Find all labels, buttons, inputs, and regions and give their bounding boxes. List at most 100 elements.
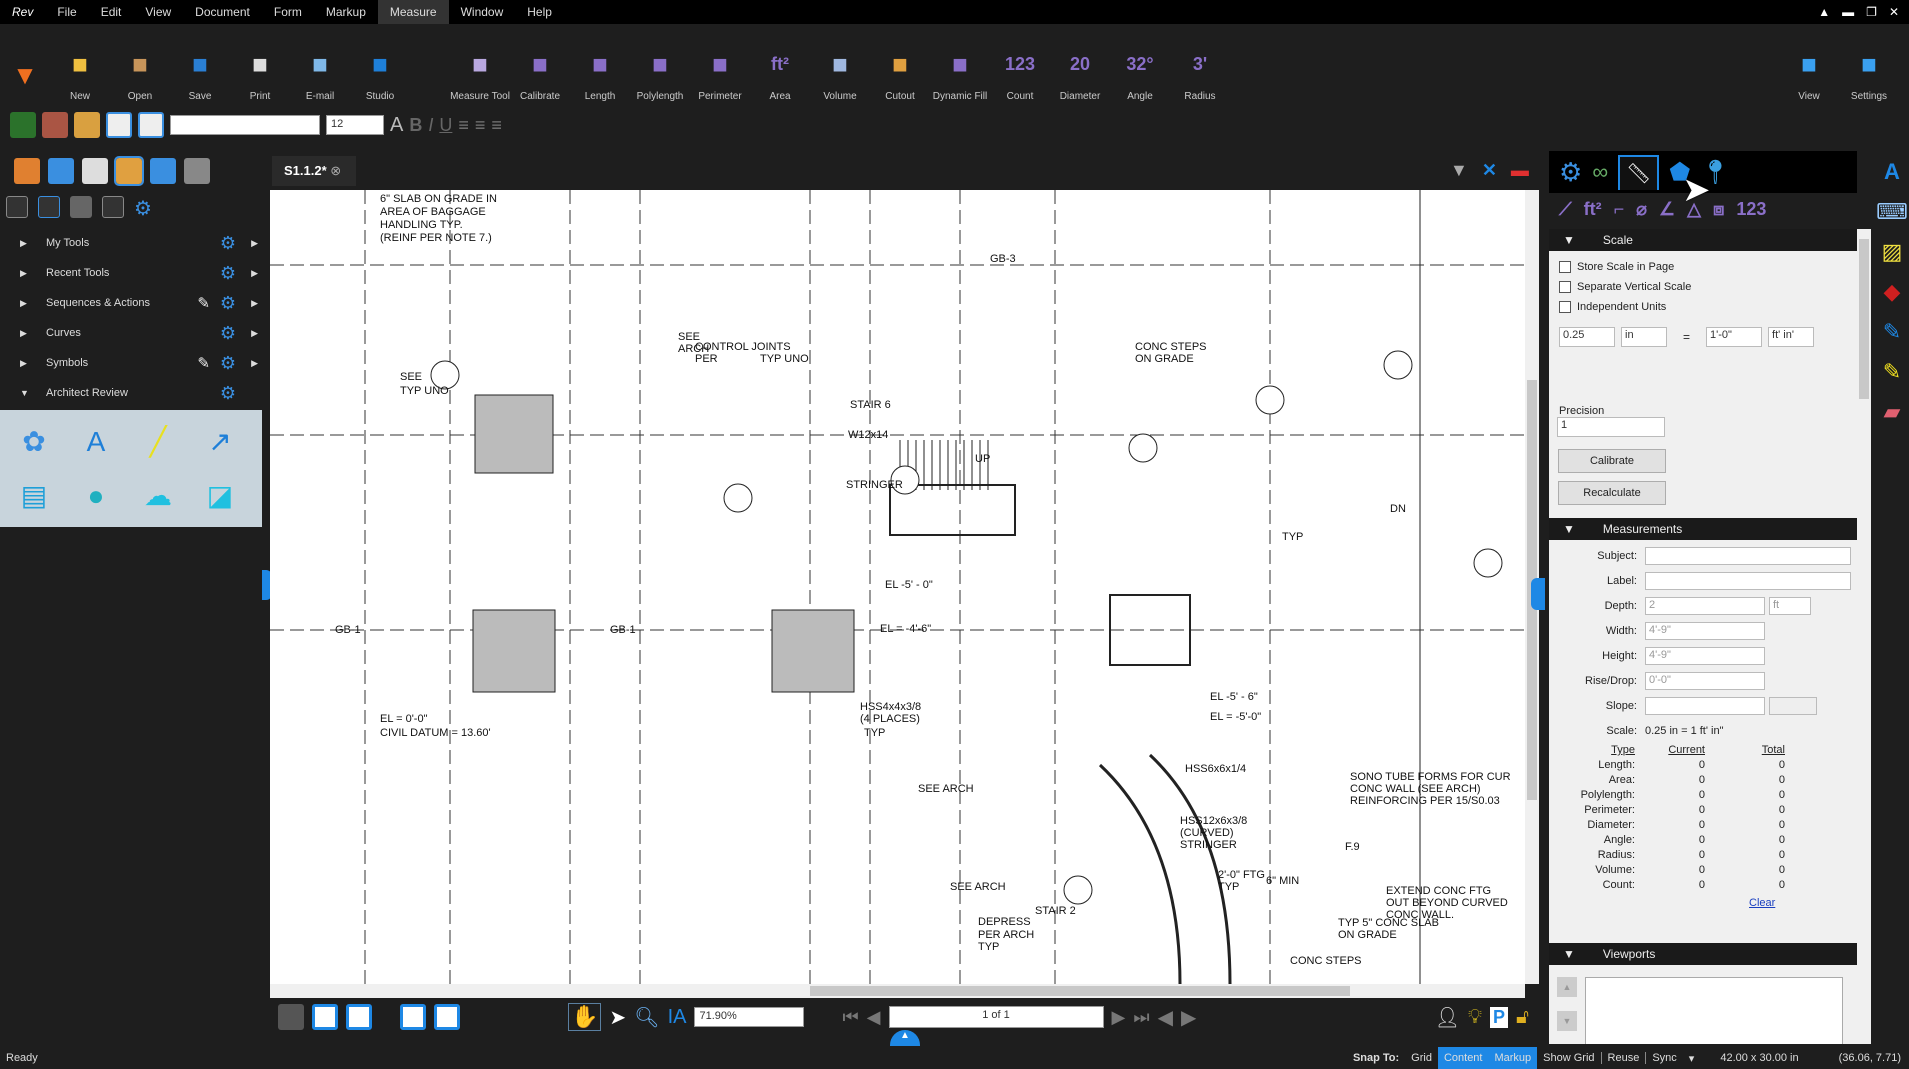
- typewriter-text-icon[interactable]: A: [1884, 159, 1900, 185]
- checkbox-box[interactable]: [1559, 281, 1571, 293]
- tool-set-symbols[interactable]: ▶ Symbols ✎ ⚙ ▶: [0, 348, 262, 378]
- depth-input[interactable]: 2: [1645, 596, 1765, 615]
- tool-set-my-tools[interactable]: ▶ My Tools ⚙ ▶: [0, 228, 262, 258]
- tool-set-architect-review[interactable]: ▼ Architect Review ⚙: [0, 378, 262, 408]
- callout-circle-icon[interactable]: ●: [68, 472, 124, 520]
- split-vertical-icon[interactable]: [312, 1004, 338, 1030]
- save-button[interactable]: ■ Save: [170, 24, 230, 108]
- menu-help[interactable]: Help: [515, 0, 564, 24]
- label-input[interactable]: [1645, 571, 1851, 590]
- align-right-icon[interactable]: ≡: [491, 115, 502, 136]
- tab-properties-gear-icon[interactable]: ⚙: [1559, 157, 1582, 188]
- tab-binoculars-icon[interactable]: ∞: [1592, 159, 1608, 185]
- slope-value-input[interactable]: [1769, 696, 1817, 715]
- calibrate-button[interactable]: Calibrate: [1558, 449, 1666, 473]
- forward-view-icon[interactable]: ▶: [1181, 1005, 1196, 1030]
- sticky-note-icon[interactable]: ▨: [1882, 239, 1903, 265]
- height-input[interactable]: 4'-9": [1645, 646, 1765, 665]
- scale-unit1-select[interactable]: in: [1621, 327, 1667, 347]
- submenu-arrow-icon[interactable]: ▶: [251, 358, 258, 369]
- record-icon[interactable]: ▬: [1511, 160, 1529, 181]
- width-input[interactable]: 4'-9": [1645, 621, 1765, 640]
- collapse-all-icon[interactable]: [6, 196, 28, 218]
- checkbox-store-scale-in-page[interactable]: Store Scale in Page: [1549, 257, 1857, 277]
- italic-icon[interactable]: I: [428, 115, 433, 136]
- close-tab-icon[interactable]: ⊗: [330, 163, 341, 178]
- viewport-down-icon[interactable]: ▼: [1557, 1011, 1577, 1031]
- edit-pen-icon[interactable]: ✎: [197, 294, 210, 312]
- pan-hand-icon[interactable]: ✋: [568, 1003, 602, 1031]
- panel-scrollbar[interactable]: [1857, 229, 1871, 1044]
- submenu-arrow-icon[interactable]: ▶: [251, 238, 258, 249]
- tab-measurements-ruler-icon[interactable]: 📏︎: [1618, 154, 1660, 190]
- snap-grid-toggle[interactable]: Grid: [1405, 1052, 1438, 1064]
- submenu-arrow-icon[interactable]: ▶: [251, 268, 258, 279]
- tab-layers-icon[interactable]: [150, 158, 176, 184]
- studio-button[interactable]: ■ Studio: [350, 24, 410, 108]
- next-page-icon[interactable]: ▶: [1112, 1007, 1126, 1028]
- menu-measure[interactable]: Measure: [377, 0, 449, 24]
- angle-button[interactable]: 32° Angle: [1110, 24, 1170, 108]
- checkbox-box[interactable]: [1559, 261, 1571, 273]
- reuse-toggle[interactable]: Reuse: [1602, 1052, 1647, 1064]
- eraser-icon[interactable]: [106, 112, 132, 138]
- dynamic-fill-button[interactable]: ■ Dynamic Fill: [930, 24, 990, 108]
- length-button[interactable]: ■ Length: [570, 24, 630, 108]
- viewports-section-header[interactable]: ▼ Viewports: [1549, 943, 1857, 965]
- sync-dropdown-icon[interactable]: ▾: [1683, 1052, 1701, 1065]
- gear-icon[interactable]: ⚙: [220, 323, 236, 344]
- tool-set-curves[interactable]: ▶ Curves ⚙ ▶: [0, 318, 262, 348]
- measurements-section-header[interactable]: ▼ Measurements: [1549, 518, 1857, 540]
- lightbulb-icon[interactable]: 💡︎: [1468, 1006, 1482, 1029]
- collapse-ribbon-icon[interactable]: ▲: [1818, 5, 1830, 19]
- scale-unit2-select[interactable]: ft' in': [1768, 327, 1815, 347]
- stamp-tool-icon[interactable]: ◆: [1884, 279, 1901, 305]
- horizontal-scrollbar[interactable]: [270, 984, 1525, 998]
- show-grid-toggle[interactable]: Show Grid: [1537, 1052, 1602, 1064]
- menu-markup[interactable]: Markup: [314, 0, 378, 24]
- checkbox-box[interactable]: [1559, 301, 1571, 313]
- settings-button[interactable]: ■ Settings: [1839, 24, 1899, 108]
- open-button[interactable]: ■ Open: [110, 24, 170, 108]
- diameter-button[interactable]: 20 Diameter: [1050, 24, 1110, 108]
- align-center-icon[interactable]: ≡: [475, 115, 486, 136]
- close-view-icon[interactable]: [278, 1004, 304, 1030]
- typewriter-icon[interactable]: ⌨: [1876, 199, 1908, 225]
- document-tab[interactable]: S1.1.2* ⊗: [272, 156, 356, 186]
- align-left-icon[interactable]: ≡: [458, 115, 469, 136]
- gear-icon[interactable]: ⚙: [220, 383, 236, 404]
- stamp-icon[interactable]: [42, 112, 68, 138]
- menu-view[interactable]: View: [133, 0, 183, 24]
- tab-markup-pen-icon[interactable]: [48, 158, 74, 184]
- select-text-icon[interactable]: IA: [668, 1006, 687, 1029]
- e-mail-button[interactable]: ■ E-mail: [290, 24, 350, 108]
- count-tool-icon[interactable]: 123: [1736, 199, 1766, 220]
- zoom-level-select[interactable]: 71.90%: [694, 1007, 805, 1027]
- precision-select[interactable]: 1: [1557, 417, 1665, 437]
- print-button[interactable]: ■ Print: [230, 24, 290, 108]
- lock-icon[interactable]: 🔓︎: [1516, 1006, 1529, 1029]
- quick-menu-button[interactable]: ▼: [0, 24, 50, 108]
- subject-input[interactable]: [1645, 546, 1851, 565]
- diameter-tool-icon[interactable]: ⌀: [1636, 199, 1647, 220]
- text-tool-icon[interactable]: A: [68, 418, 124, 466]
- length-tool-icon[interactable]: ⟋: [1559, 199, 1572, 220]
- arrow-tool-icon[interactable]: ↗: [192, 418, 248, 466]
- menu-file[interactable]: File: [45, 0, 88, 24]
- minimize-icon[interactable]: ▬: [1842, 5, 1854, 19]
- highlighter-tool-icon[interactable]: ╱: [130, 418, 186, 466]
- sync-toggle[interactable]: Sync: [1646, 1052, 1682, 1064]
- scale-section-header[interactable]: ▼ Scale: [1549, 229, 1857, 251]
- cloud-tool-icon[interactable]: ✿: [6, 418, 62, 466]
- back-view-icon[interactable]: ◀: [1158, 1005, 1173, 1030]
- risedrop-input[interactable]: 0'-0": [1645, 671, 1765, 690]
- area-tool-icon[interactable]: ft²: [1584, 199, 1602, 220]
- crop-icon[interactable]: [138, 112, 164, 138]
- gear-icon[interactable]: ⚙: [220, 293, 236, 314]
- view-button[interactable]: ■ View: [1779, 24, 1839, 108]
- attach-icon[interactable]: [74, 112, 100, 138]
- scale-value1-input[interactable]: 0.25: [1559, 327, 1615, 347]
- edit-icon[interactable]: [102, 196, 124, 218]
- viewport-up-icon[interactable]: ▲: [1557, 977, 1577, 997]
- close-all-icon[interactable]: ✕: [1482, 160, 1497, 181]
